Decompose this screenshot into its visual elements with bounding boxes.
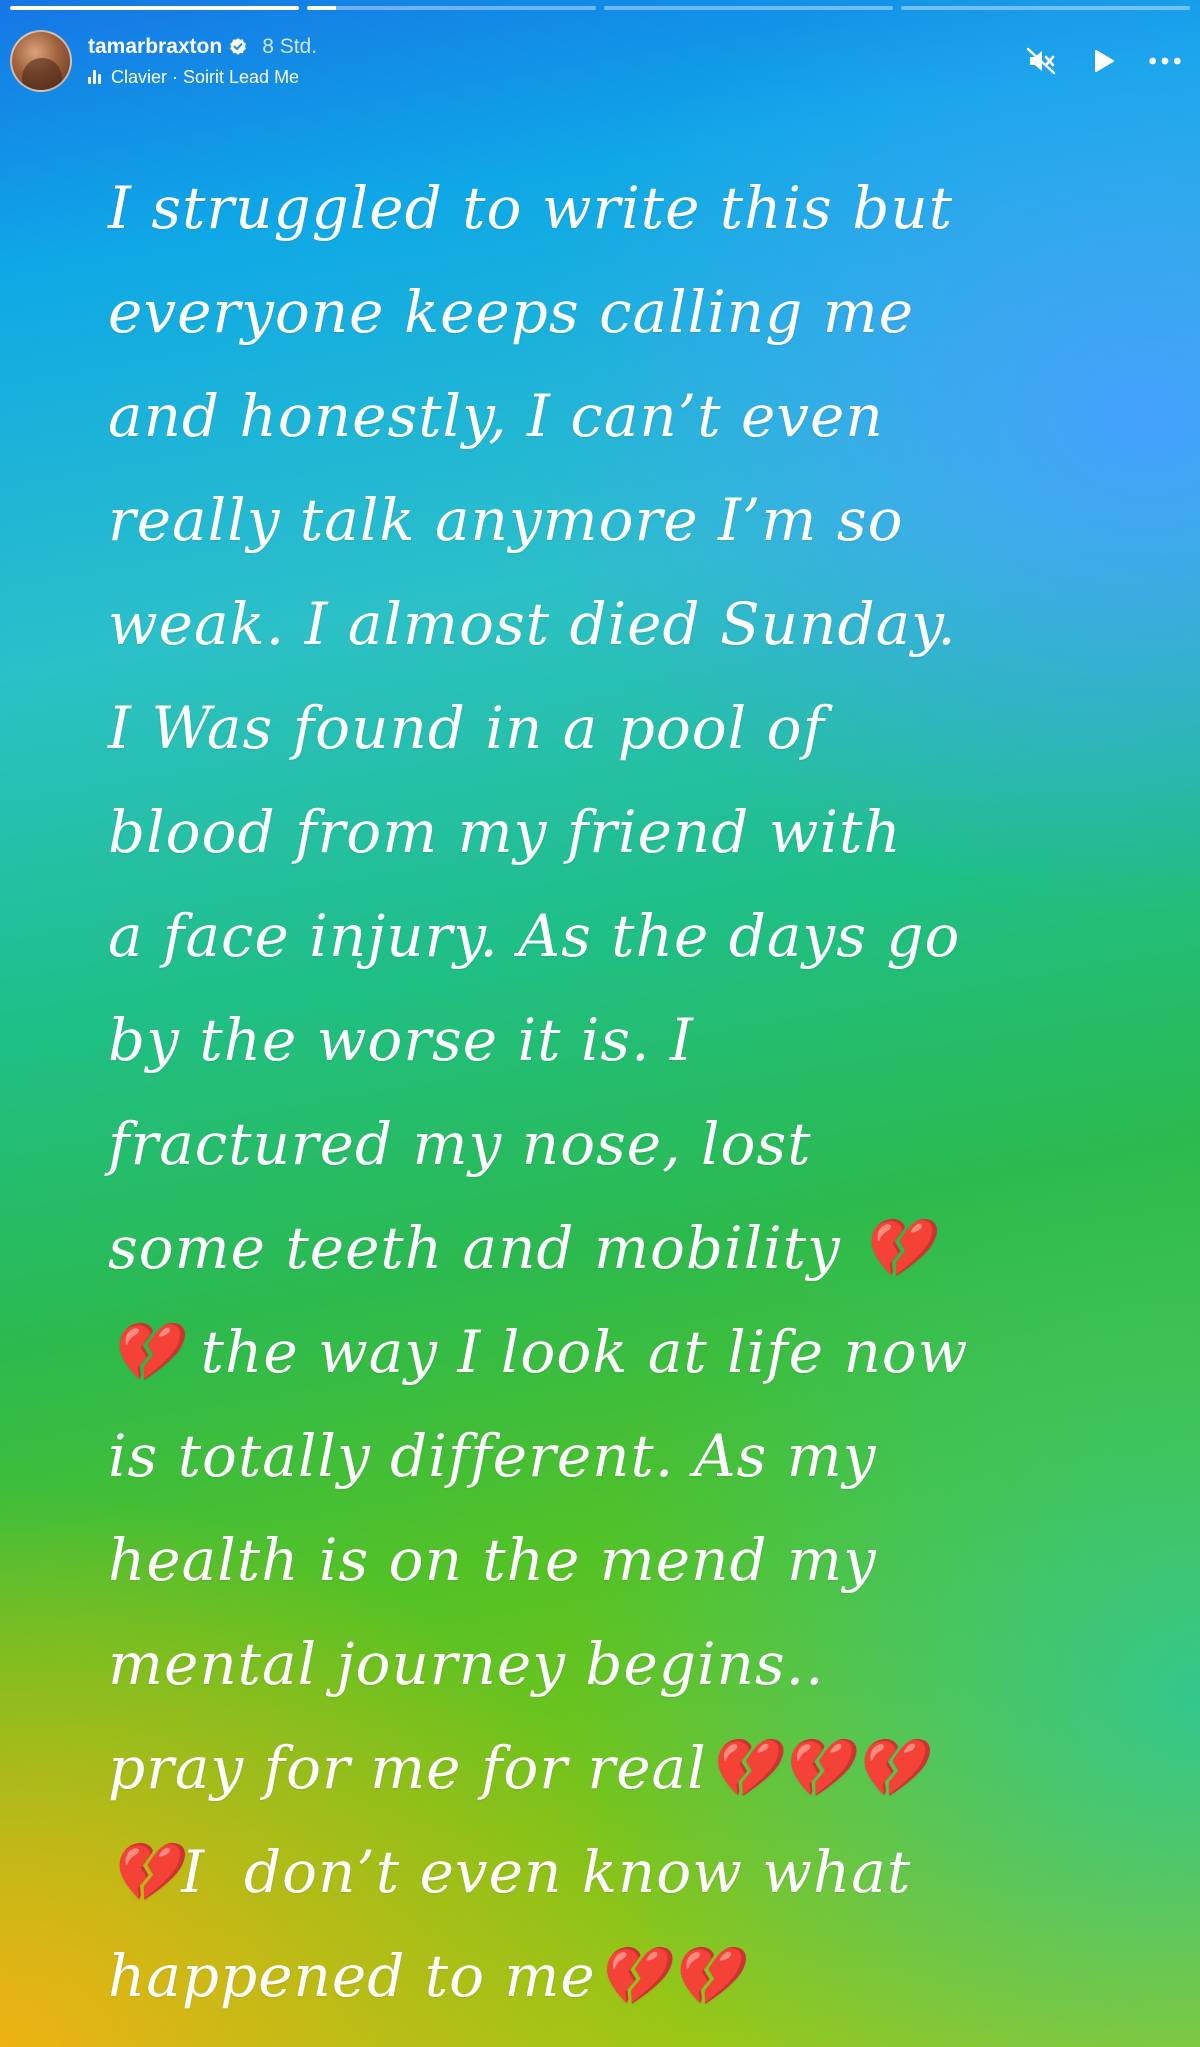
progress-fill [307, 6, 336, 10]
story-viewer[interactable]: tamarbraxton 8 Std. Clavier · Soirit Lea… [0, 0, 1200, 2047]
story-meta: tamarbraxton 8 Std. Clavier · Soirit Lea… [88, 33, 317, 89]
verified-badge-icon [228, 37, 248, 57]
story-progress-bars [10, 6, 1190, 10]
more-options-icon[interactable] [1148, 44, 1182, 78]
progress-segment [604, 6, 893, 10]
story-text: I struggled to write this but everyone k… [108, 174, 969, 2010]
story-header: tamarbraxton 8 Std. Clavier · Soirit Lea… [10, 22, 1186, 100]
progress-fill [10, 6, 299, 10]
progress-segment [901, 6, 1190, 10]
user-row: tamarbraxton 8 Std. [88, 33, 317, 61]
avatar[interactable] [10, 30, 72, 92]
music-label: Clavier · Soirit Lead Me [111, 67, 300, 87]
progress-segment [10, 6, 299, 10]
speaker-muted-icon[interactable] [1024, 44, 1058, 78]
username[interactable]: tamarbraxton [88, 33, 222, 61]
progress-segment [307, 6, 596, 10]
post-time: 8 Std. [262, 35, 318, 58]
play-icon[interactable] [1086, 44, 1120, 78]
music-bars-icon [88, 70, 101, 84]
music-row[interactable]: Clavier · Soirit Lead Me [88, 65, 317, 89]
story-controls [1024, 44, 1182, 78]
